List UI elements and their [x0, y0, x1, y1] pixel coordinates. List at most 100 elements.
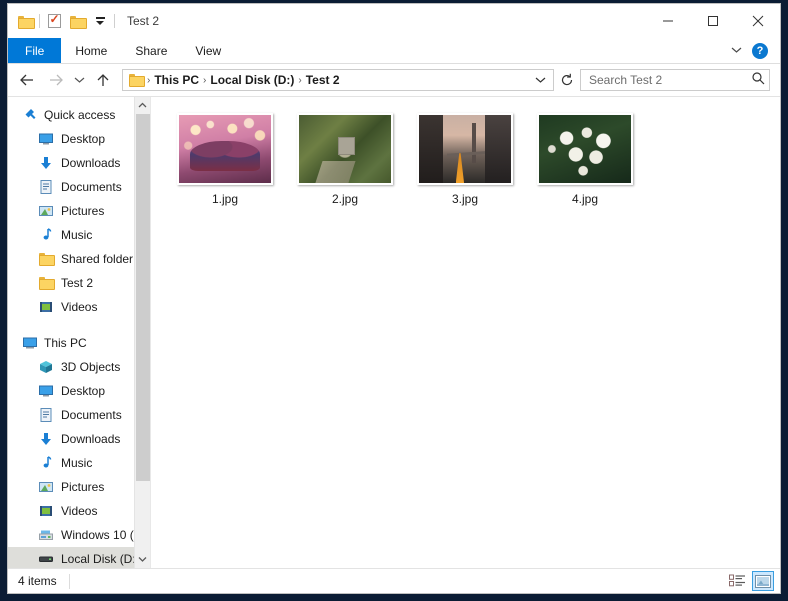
breadcrumb-item-this-pc[interactable]: This PC [150, 73, 203, 87]
customize-dropdown-icon[interactable] [91, 12, 109, 30]
folder-icon [38, 275, 55, 291]
sidebar-item-downloads[interactable]: Downloads [8, 427, 150, 451]
sidebar-item-label: Quick access [44, 108, 116, 122]
sidebar-item-music[interactable]: Music [8, 451, 150, 475]
sidebar-item-label: Downloads [61, 156, 121, 170]
thumbnail-image [179, 115, 271, 183]
folder-icon[interactable] [68, 12, 87, 30]
file-item[interactable]: 3.jpg [405, 113, 525, 206]
thumbnail-image [299, 115, 391, 183]
properties-checkmark-icon[interactable] [45, 12, 63, 30]
videos-icon [38, 299, 54, 315]
folder-icon[interactable] [16, 12, 35, 30]
file-item[interactable]: 4.jpg [525, 113, 645, 206]
sidebar-item-3d-objects[interactable]: 3D Objects [8, 355, 150, 379]
status-bar: 4 items [8, 568, 780, 593]
chevron-down-icon[interactable] [135, 551, 151, 568]
breadcrumb-item-local-disk-d[interactable]: Local Disk (D:) [206, 73, 298, 87]
sidebar-item-documents[interactable]: Documents [8, 403, 150, 427]
chevron-down-icon[interactable] [731, 45, 742, 57]
file-item[interactable]: 1.jpg [165, 113, 285, 206]
sidebar-item-downloads[interactable]: Downloads [8, 151, 150, 175]
maximize-icon[interactable] [690, 4, 735, 38]
sidebar-item-windows-10-c[interactable]: Windows 10 (C:) [8, 523, 150, 547]
sidebar-item-videos[interactable]: Videos [8, 295, 150, 319]
sidebar-item-test-2[interactable]: Test 2 [8, 271, 150, 295]
toolbar-separator [114, 14, 115, 28]
file-thumbnail[interactable] [297, 113, 393, 185]
scrollbar-track[interactable] [135, 114, 151, 551]
file-thumbnail[interactable] [417, 113, 513, 185]
item-count-label: 4 items [18, 574, 57, 588]
sidebar-item-documents[interactable]: Documents [8, 175, 150, 199]
sidebar-item-label: Videos [61, 300, 98, 314]
documents-icon [38, 407, 54, 423]
sidebar-item-label: Test 2 [61, 276, 94, 290]
tab-home[interactable]: Home [61, 38, 121, 63]
address-chevron-down-icon[interactable] [532, 70, 549, 90]
tab-file[interactable]: File [8, 38, 62, 63]
toolbar-separator [39, 14, 40, 28]
folder-icon [128, 72, 145, 88]
breadcrumb[interactable]: › This PC › Local Disk (D:) › Test 2 [122, 69, 554, 91]
details-view-icon[interactable] [726, 571, 748, 591]
help-icon[interactable]: ? [752, 42, 768, 59]
status-divider [68, 573, 70, 589]
file-name-label: 4.jpg [571, 192, 599, 206]
quick-access-toolbar: Test 2 [8, 4, 159, 38]
search-icon[interactable] [751, 71, 765, 90]
sidebar-item-label: Local Disk (D:) [61, 552, 140, 566]
view-mode-buttons [726, 571, 774, 591]
sidebar-item-desktop[interactable]: Desktop [8, 379, 150, 403]
refresh-icon[interactable] [556, 67, 578, 93]
desktop-icon [38, 131, 54, 147]
navigation-pane: Quick access Desktop Downloads Documents… [8, 97, 150, 568]
search-box[interactable] [580, 69, 770, 91]
file-item[interactable]: 2.jpg [285, 113, 405, 206]
sidebar-item-label: Music [61, 228, 93, 242]
navigation-scrollbar[interactable] [134, 97, 150, 568]
minimize-icon[interactable] [645, 4, 690, 38]
downloads-icon [38, 431, 54, 447]
recent-locations-chevron-down-icon[interactable] [70, 67, 88, 93]
large-icons-view-icon[interactable] [752, 571, 774, 591]
sidebar-item-label: Music [61, 456, 93, 470]
chevron-up-icon[interactable] [135, 97, 151, 114]
tab-share[interactable]: Share [121, 38, 181, 63]
up-arrow-icon[interactable] [90, 67, 116, 93]
explorer-body: Quick access Desktop Downloads Documents… [8, 96, 780, 568]
sidebar-group-quick-access[interactable]: Quick access [8, 103, 150, 127]
scrollbar-thumb[interactable] [135, 114, 150, 482]
star-pin-icon [22, 107, 38, 123]
file-list-view[interactable]: 1.jpg 2.jpg 3.jpg 4.jpg [150, 97, 780, 568]
music-icon [38, 227, 54, 243]
drive-windows-icon [38, 527, 54, 543]
breadcrumb-item-test-2[interactable]: Test 2 [302, 73, 344, 87]
sidebar-item-videos[interactable]: Videos [8, 499, 150, 523]
file-grid: 1.jpg 2.jpg 3.jpg 4.jpg [151, 97, 780, 216]
sidebar-item-music[interactable]: Music [8, 223, 150, 247]
tab-view[interactable]: View [181, 38, 235, 63]
sidebar-item-desktop[interactable]: Desktop [8, 127, 150, 151]
search-input[interactable] [589, 73, 751, 87]
file-thumbnail[interactable] [177, 113, 273, 185]
folder-icon [38, 251, 55, 267]
sidebar-item-pictures[interactable]: Pictures [8, 475, 150, 499]
file-name-label: 2.jpg [331, 192, 359, 206]
music-icon [38, 455, 54, 471]
back-arrow-icon[interactable] [14, 67, 40, 93]
documents-icon [38, 179, 54, 195]
this-pc-icon [22, 335, 38, 351]
sidebar-item-pictures[interactable]: Pictures [8, 199, 150, 223]
thumbnail-image [539, 115, 631, 183]
desktop-icon [38, 383, 54, 399]
sidebar-item-shared-folder[interactable]: Shared folder for [8, 247, 150, 271]
drive-icon [38, 551, 54, 567]
sidebar-group-this-pc[interactable]: This PC [8, 331, 150, 355]
file-thumbnail[interactable] [537, 113, 633, 185]
sidebar-item-label: Downloads [61, 432, 121, 446]
sidebar-item-label: Documents [61, 408, 122, 422]
sidebar-item-local-disk-d[interactable]: Local Disk (D:) [8, 547, 150, 568]
close-icon[interactable] [735, 4, 780, 38]
sidebar-item-label: Desktop [61, 132, 106, 146]
